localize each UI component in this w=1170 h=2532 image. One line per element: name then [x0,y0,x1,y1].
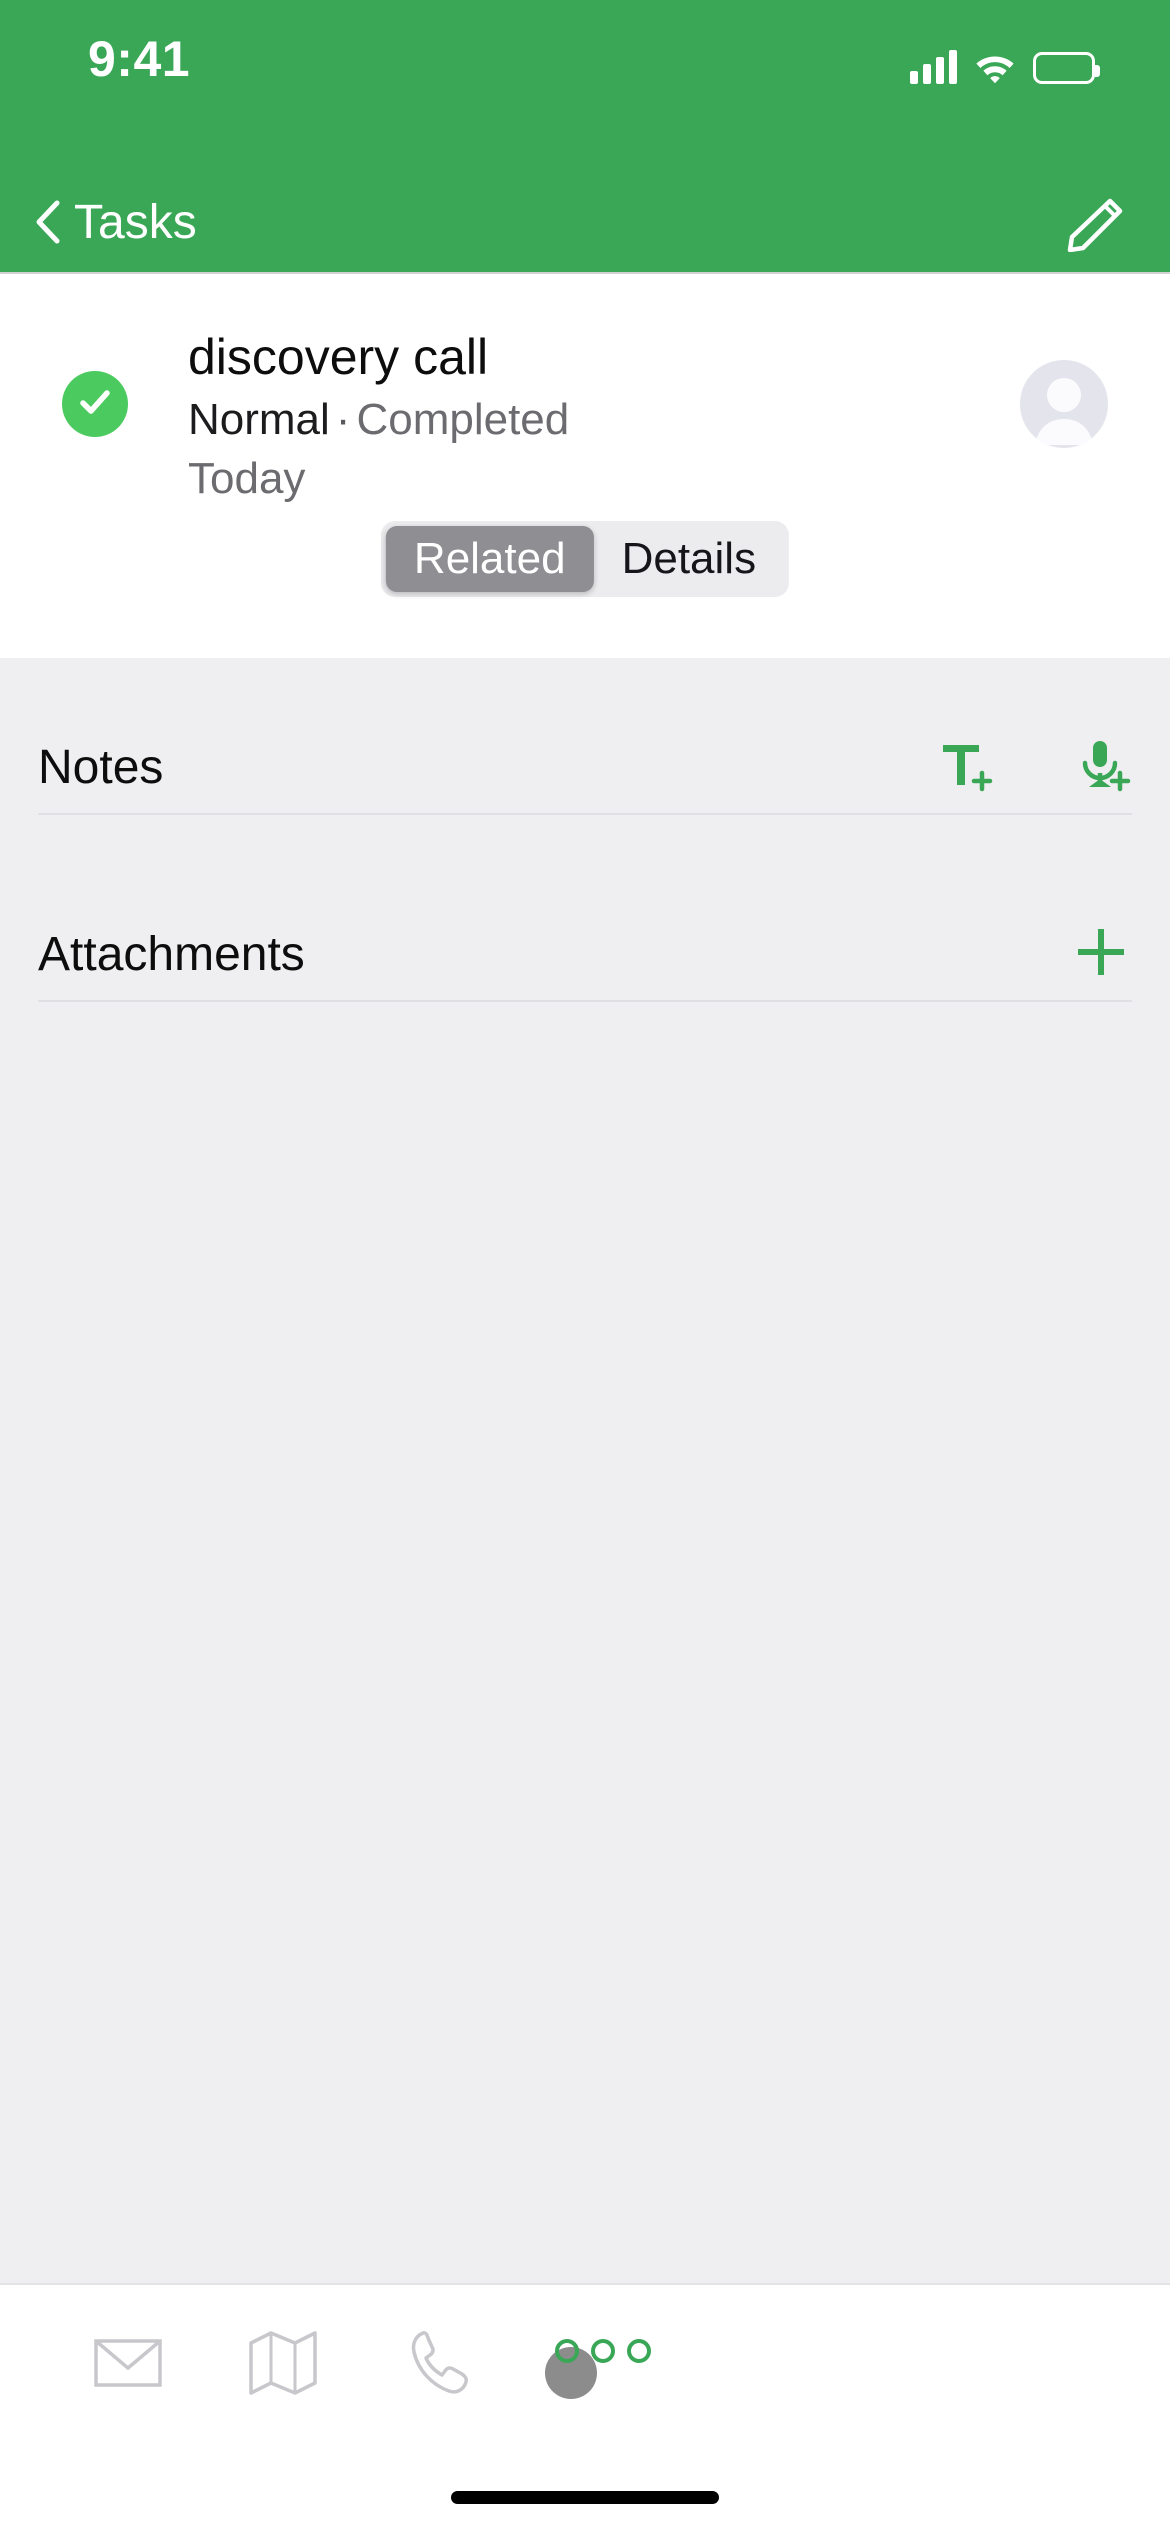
bottom-toolbar [0,2283,1170,2532]
section-row-notes: Notes [38,721,1132,815]
add-voice-note-button[interactable] [1072,735,1132,800]
pencil-icon [1062,198,1124,256]
map-icon [245,2329,321,2402]
task-due-date: Today [188,454,306,504]
person-avatar-icon [1020,360,1108,448]
task-priority: Normal [188,395,330,444]
phone-icon [407,2328,473,2403]
status-bar: 9:41 [0,0,1170,172]
related-content-panel: Notes Attachments [0,658,1170,2283]
toolbar-phone-button[interactable] [385,2317,495,2413]
chevron-left-icon [34,200,60,244]
toolbar-items [0,2285,1170,2445]
task-title: discovery call [188,329,489,385]
add-attachment-button[interactable] [1070,921,1132,988]
add-text-note-button[interactable] [934,735,994,800]
task-info: discovery call Normal · Completed Today [188,328,868,507]
notes-section-title: Notes [38,740,164,794]
signal-bars-icon [910,50,957,84]
avatar[interactable] [1020,360,1108,448]
email-icon [91,2332,165,2399]
toolbar-status-button[interactable] [520,2317,680,2413]
toolbar-map-button[interactable] [228,2317,338,2413]
task-status: Completed [356,395,570,444]
status-dots-icon [525,2317,675,2413]
nav-bar: Tasks [0,172,1170,272]
back-button-label: Tasks [74,195,197,249]
add-voice-note-icon [1072,735,1132,800]
tab-related[interactable]: Related [385,526,594,592]
back-button[interactable]: Tasks [20,172,211,272]
status-ring-3 [627,2339,651,2363]
section-row-attachments: Attachments [38,908,1132,1002]
notes-section-actions [934,735,1132,800]
plus-icon [1070,921,1132,988]
toolbar-email-button[interactable] [73,2317,183,2413]
task-meta: Normal · Completed [188,391,868,448]
wifi-icon [973,50,1017,84]
status-ring-2 [591,2339,615,2363]
tab-details[interactable]: Details [594,526,785,592]
edit-button[interactable] [1062,198,1124,253]
check-circle-icon [75,382,115,427]
status-bar-time: 9:41 [88,31,191,87]
status-bar-indicators [910,40,1100,84]
status-ring-1 [555,2339,579,2363]
home-indicator [451,2491,719,2504]
task-header-card: discovery call Normal · Completed Today [0,274,1170,658]
meta-separator: · [335,395,351,444]
attachments-section-title: Attachments [38,927,305,981]
segmented-control[interactable]: Related Details [380,521,790,597]
add-text-note-icon [934,735,994,800]
app-screen: 9:41 Tasks discovery call Normal · Compl… [0,0,1170,2532]
battery-icon [1033,52,1100,84]
task-completed-toggle[interactable] [62,371,128,437]
attachments-section-actions [1070,921,1132,988]
